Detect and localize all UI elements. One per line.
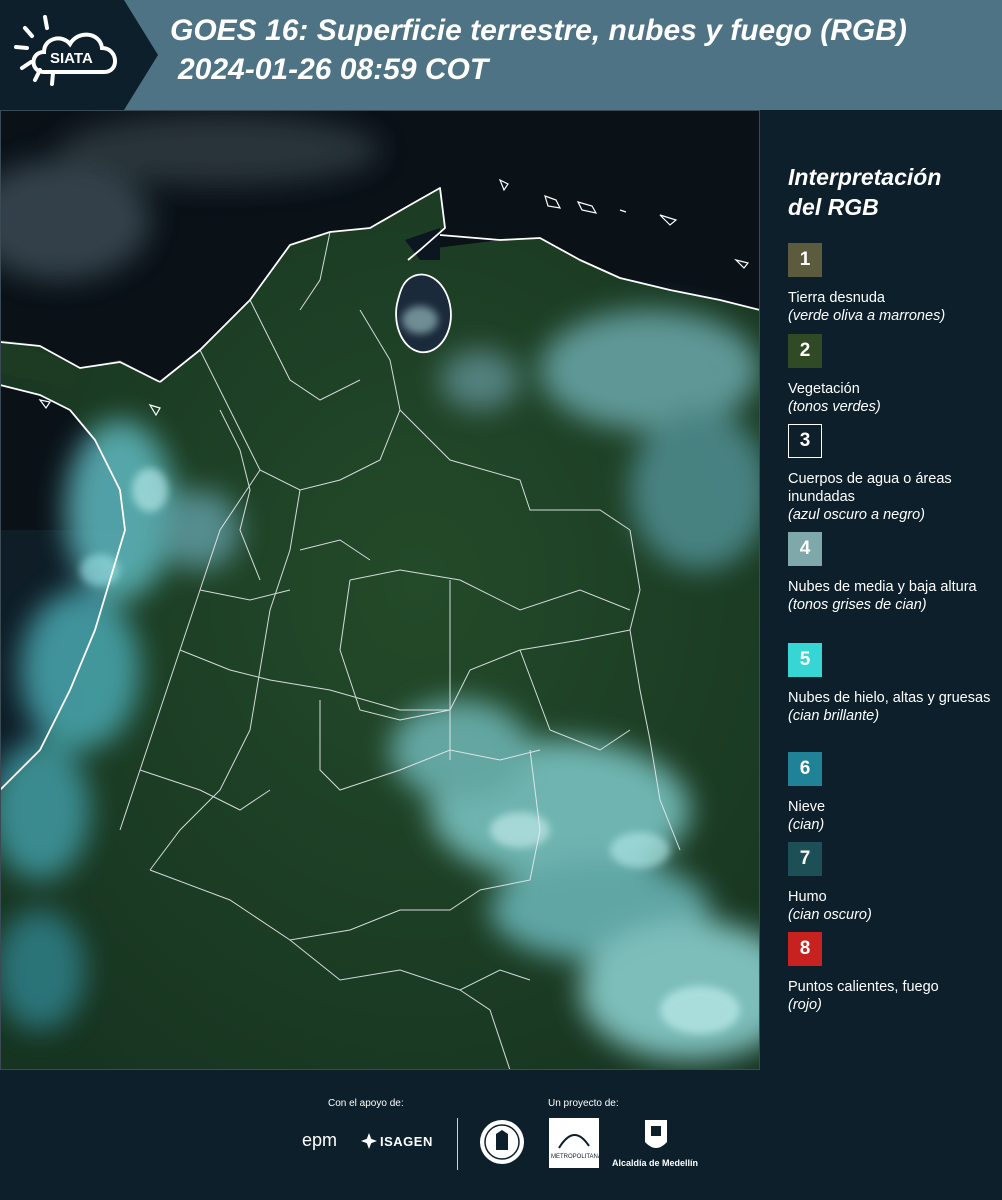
- legend-sublabel: (cian oscuro): [788, 907, 872, 923]
- alcaldia-crest-icon: [643, 1118, 669, 1154]
- legend-label: Nubes de media y baja altura: [788, 579, 977, 595]
- page-title: GOES 16: Superficie terrestre, nubes y f…: [170, 14, 907, 47]
- legend-label: Humo: [788, 889, 827, 905]
- area-metropolitana-logo: METROPOLITANA: [549, 1118, 602, 1168]
- legend-sublabel: (verde oliva a marrones): [788, 308, 946, 324]
- legend-sublabel: (azul oscuro a negro): [788, 507, 926, 523]
- legend-sublabel: (rojo): [788, 997, 822, 1013]
- legend-item-ice-clouds: 5 Nubes de hielo, altas y gruesas (cian …: [788, 643, 998, 725]
- epm-logo: epm: [302, 1130, 338, 1150]
- legend-sublabel: (cian): [788, 817, 825, 833]
- isagen-icon: [360, 1132, 378, 1150]
- alcaldia-logo: Alcaldía de Medellín: [612, 1158, 699, 1168]
- footer: Con el apoyo de: Un proyecto de: epm ISA…: [0, 1070, 1002, 1200]
- legend-item-mid-clouds: 4 Nubes de media y baja altura (tonos gr…: [788, 532, 998, 614]
- legend-sublabel: (cian brillante): [788, 708, 880, 724]
- logo-text: SIATA: [50, 50, 93, 67]
- legend-item-snow: 6 Nieve (cian): [788, 752, 998, 834]
- legend-item-bare-land: 1 Tierra desnuda (verde oliva a marrones…: [788, 243, 998, 325]
- legend-swatch: 8: [788, 932, 822, 966]
- metro-logo-text: METROPOLITANA: [551, 1154, 602, 1160]
- legend-label: Tierra desnuda: [788, 290, 885, 306]
- legend-sublabel: (tonos grises de cian): [788, 597, 927, 613]
- legend-label: Cuerpos de agua o áreas inundadas: [788, 471, 952, 505]
- footer-divider: [457, 1118, 458, 1170]
- legend-swatch: 3: [788, 424, 822, 458]
- siata-logo: SIATA: [0, 0, 160, 110]
- legend-swatch: 7: [788, 842, 822, 876]
- legend-item-water: 3 Cuerpos de agua o áreas inundadas (azu…: [788, 424, 998, 524]
- legend-panel: Interpretación del RGB 1 Tierra desnuda …: [760, 110, 1002, 1070]
- header-bar: SIATA GOES 16: Superficie terrestre, nub…: [0, 0, 1002, 110]
- legend-label: Nieve: [788, 799, 826, 815]
- legend-label: Puntos calientes, fuego: [788, 979, 939, 995]
- legend-title-line2: del RGB: [788, 194, 879, 220]
- satellite-map: [0, 110, 760, 1070]
- legend-item-smoke: 7 Humo (cian oscuro): [788, 842, 998, 924]
- legend-title: Interpretación del RGB: [788, 162, 988, 222]
- legend-sublabel: (tonos verdes): [788, 399, 881, 415]
- legend-item-fire: 8 Puntos calientes, fuego (rojo): [788, 932, 998, 1014]
- legend-swatch: 4: [788, 532, 822, 566]
- legend-title-line1: Interpretación: [788, 164, 942, 190]
- support-label: Con el apoyo de:: [328, 1098, 404, 1109]
- legend-swatch: 2: [788, 334, 822, 368]
- project-label: Un proyecto de:: [548, 1098, 619, 1109]
- legend-label: Vegetación: [788, 381, 860, 397]
- legend-item-vegetation: 2 Vegetación (tonos verdes): [788, 334, 998, 416]
- page-timestamp: 2024-01-26 08:59 COT: [178, 53, 489, 86]
- legend-label: Nubes de hielo, altas y gruesas: [788, 690, 991, 706]
- seal-logo: [478, 1118, 526, 1166]
- isagen-logo: ISAGEN: [380, 1134, 433, 1149]
- legend-swatch: 6: [788, 752, 822, 786]
- legend-swatch: 1: [788, 243, 822, 277]
- legend-swatch: 5: [788, 643, 822, 677]
